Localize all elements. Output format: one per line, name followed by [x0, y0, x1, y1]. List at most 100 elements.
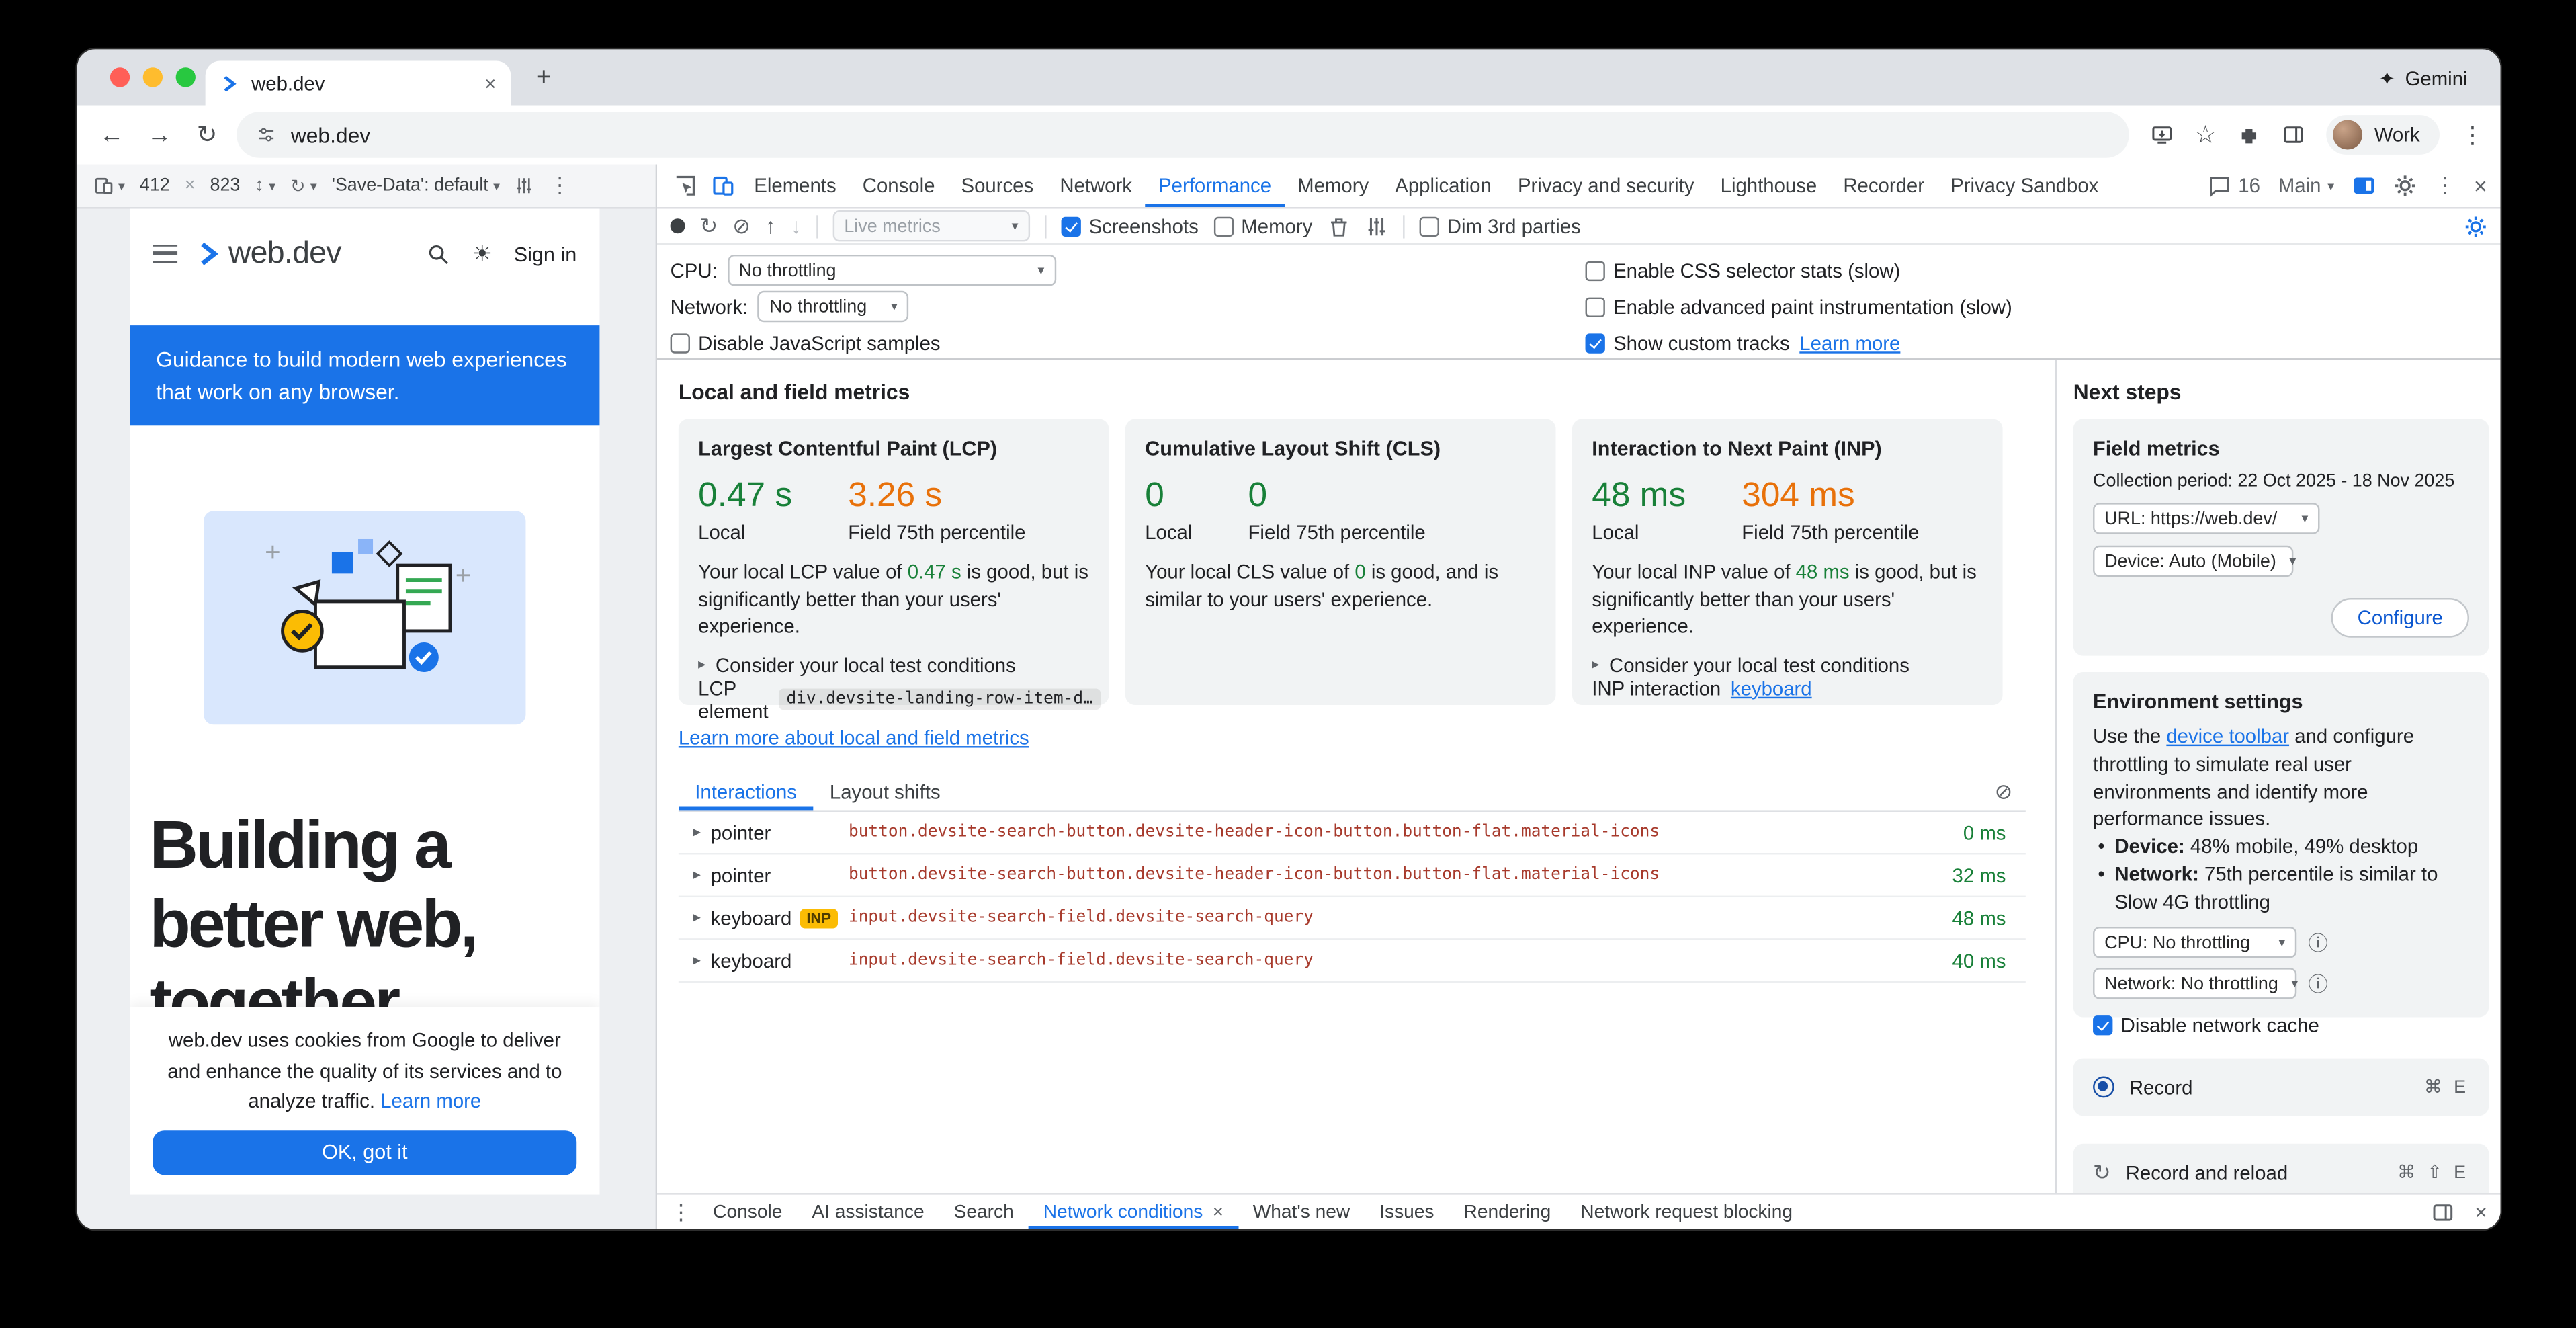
interaction-row[interactable]: ▸ pointer button.devsite-search-button.d… [679, 854, 2026, 897]
throttling-icon[interactable] [515, 176, 534, 196]
drawer-tab-ai-assistance[interactable]: AI assistance [797, 1195, 939, 1229]
drawer-dock-icon[interactable] [2432, 1200, 2455, 1223]
extensions-puzzle-icon[interactable] [2238, 123, 2261, 146]
drawer-tab-network-conditions[interactable]: Network conditions × [1029, 1195, 1238, 1229]
sign-in-link[interactable]: Sign in [514, 243, 576, 265]
paint-instrumentation-checkbox-box[interactable] [1586, 296, 1605, 316]
screenshots-checkbox-box[interactable] [1061, 216, 1080, 236]
close-window-button[interactable] [110, 67, 130, 87]
tab-lighthouse[interactable]: Lighthouse [1707, 165, 1830, 208]
devtools-close-icon[interactable]: × [2474, 173, 2487, 199]
drawer-close-icon[interactable]: × [2475, 1200, 2487, 1225]
rotate-select[interactable]: ↻ ▾ [290, 175, 317, 196]
clear-icon[interactable]: ⊘ [732, 215, 750, 237]
inspect-element-icon[interactable] [665, 165, 703, 208]
browser-tab[interactable]: web.dev × [206, 60, 511, 105]
tab-elements[interactable]: Elements [741, 165, 849, 208]
memory-checkbox-box[interactable] [1213, 216, 1233, 236]
profile-chip[interactable]: Work [2327, 115, 2440, 155]
browser-menu-icon[interactable]: ⋮ [2461, 121, 2484, 149]
reload-button[interactable]: ↻ [189, 120, 225, 149]
dock-side-icon[interactable] [2352, 174, 2375, 197]
drawer-tab-console[interactable]: Console [698, 1195, 797, 1229]
cookie-learn-more-link[interactable]: Learn more [380, 1090, 481, 1113]
clear-log-icon[interactable]: ⊘ [1995, 778, 2013, 804]
load-profile-icon[interactable]: ↑ [765, 215, 776, 237]
promo-banner[interactable]: Guidance to build modern web experiences… [130, 325, 599, 425]
back-button[interactable]: ← [93, 121, 130, 149]
main-context-select[interactable]: Main ▾ [2278, 174, 2334, 197]
drawer-tab-rendering[interactable]: Rendering [1449, 1195, 1566, 1229]
bookmark-star-icon[interactable]: ☆ [2194, 120, 2217, 149]
record-and-reload-button[interactable]: ↻ Record and reload ⌘ ⇧ E [2073, 1144, 2489, 1193]
disable-js-samples-checkbox[interactable]: Disable JavaScript samples [671, 331, 941, 354]
devtools-more-icon[interactable]: ⋮ [2434, 173, 2456, 199]
device-toolbar-more-icon[interactable]: ⋮ [549, 173, 570, 199]
fullscreen-window-button[interactable] [176, 67, 196, 87]
cpu-info-icon[interactable]: ⓘ [2308, 929, 2327, 957]
network-throttling-select[interactable]: No throttling ▾ [758, 291, 909, 322]
drawer-more-icon[interactable]: ⋮ [671, 1199, 692, 1225]
drawer-tab-network-request-blocking[interactable]: Network request blocking [1565, 1195, 1807, 1229]
screenshots-checkbox[interactable]: Screenshots [1061, 214, 1199, 237]
page-search-icon[interactable] [427, 243, 450, 265]
disable-cache-checkbox-box[interactable] [2093, 1016, 2112, 1036]
tab-layout-shifts[interactable]: Layout shifts [813, 772, 957, 810]
cpu-throttling-select[interactable]: No throttling ▾ [727, 255, 1056, 286]
css-selector-stats-checkbox-box[interactable] [1586, 261, 1605, 280]
address-bar[interactable]: web.dev [237, 112, 2129, 157]
lcp-test-conditions-disclosure[interactable]: ▸ Consider your local test conditions [698, 653, 1089, 676]
device-height-input[interactable]: 823 [210, 176, 241, 196]
tab-interactions[interactable]: Interactions [679, 772, 814, 810]
field-url-select[interactable]: URL: https://web.dev/ ▾ [2093, 503, 2319, 534]
theme-toggle-icon[interactable]: ☀ [472, 240, 492, 268]
custom-tracks-learn-more-link[interactable]: Learn more [1799, 331, 1900, 354]
drawer-tab-close-icon[interactable]: × [1213, 1202, 1223, 1222]
save-data-select[interactable]: 'Save-Data': default ▾ [332, 176, 500, 196]
tab-privacy-sandbox[interactable]: Privacy Sandbox [1938, 165, 2112, 208]
devtools-settings-icon[interactable] [2393, 174, 2416, 197]
webdev-logo[interactable]: web.dev [196, 236, 341, 272]
paint-instrumentation-checkbox[interactable]: Enable advanced paint instrumentation (s… [1586, 295, 2012, 318]
side-panel-icon[interactable] [2282, 123, 2305, 146]
field-device-select[interactable]: Device: Auto (Mobile) ▾ [2093, 546, 2293, 577]
gemini-button[interactable]: ✦ Gemini [2378, 67, 2467, 90]
tab-application[interactable]: Application [1382, 165, 1505, 208]
network-info-icon[interactable]: ⓘ [2308, 970, 2327, 998]
interaction-row[interactable]: ▸ keyboard input.devsite-search-field.de… [679, 940, 2026, 983]
interaction-row[interactable]: ▸ pointer button.devsite-search-button.d… [679, 812, 2026, 855]
tab-performance[interactable]: Performance [1146, 165, 1285, 208]
device-type-select[interactable]: ▾ [93, 176, 124, 196]
env-cpu-select[interactable]: CPU: No throttling ▾ [2093, 927, 2296, 958]
tab-network[interactable]: Network [1047, 165, 1146, 208]
tab-close-icon[interactable]: × [484, 71, 496, 94]
memory-checkbox[interactable]: Memory [1213, 214, 1313, 237]
tab-console[interactable]: Console [849, 165, 948, 208]
lcp-element-link[interactable]: div.devsite-landing-row-item-d… [778, 689, 1101, 710]
new-tab-button[interactable]: + [524, 59, 564, 99]
custom-tracks-checkbox[interactable]: Show custom tracks [1586, 331, 1790, 354]
configure-button[interactable]: Configure [2331, 598, 2469, 638]
tab-privacy-security[interactable]: Privacy and security [1504, 165, 1707, 208]
hamburger-menu-icon[interactable] [153, 245, 177, 263]
install-icon[interactable] [2150, 123, 2173, 146]
drawer-tab-issues[interactable]: Issues [1365, 1195, 1449, 1229]
device-toolbar-link[interactable]: device toolbar [2166, 724, 2289, 747]
record-icon[interactable] [671, 218, 685, 233]
record-button[interactable]: Record ⌘ E [2073, 1059, 2489, 1116]
inp-interaction-link[interactable]: keyboard [1731, 677, 1812, 700]
css-selector-stats-checkbox[interactable]: Enable CSS selector stats (slow) [1586, 259, 1901, 282]
inp-test-conditions-disclosure[interactable]: ▸ Consider your local test conditions [1592, 653, 1983, 676]
toggle-device-toolbar-icon[interactable] [703, 165, 741, 208]
collect-garbage-icon[interactable] [1327, 214, 1350, 237]
drawer-tab-search[interactable]: Search [939, 1195, 1029, 1229]
device-width-input[interactable]: 412 [140, 176, 170, 196]
dim-3rd-parties-checkbox-box[interactable] [1419, 216, 1439, 236]
capture-settings-icon[interactable] [1365, 214, 1388, 237]
perf-settings-gear-icon[interactable] [2464, 214, 2487, 237]
interaction-row[interactable]: ▸ keyboard INP input.devsite-search-fiel… [679, 897, 2026, 940]
tab-recorder[interactable]: Recorder [1830, 165, 1938, 208]
cookie-accept-button[interactable]: OK, got it [153, 1130, 576, 1175]
tab-memory[interactable]: Memory [1285, 165, 1382, 208]
site-info-icon[interactable] [256, 125, 275, 144]
